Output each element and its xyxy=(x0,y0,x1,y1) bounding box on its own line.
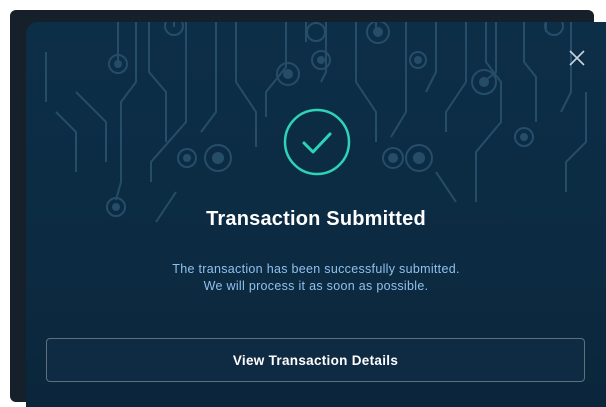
checkmark-circle-icon xyxy=(283,108,351,176)
modal-title: Transaction Submitted xyxy=(206,208,426,230)
message-line-1: The transaction has been successfully su… xyxy=(172,262,460,276)
message-line-2: We will process it as soon as possible. xyxy=(203,279,429,293)
close-button[interactable] xyxy=(566,47,588,69)
close-icon xyxy=(569,50,585,66)
view-transaction-details-button[interactable]: View Transaction Details xyxy=(46,338,585,382)
transaction-modal: Transaction Submitted The transaction ha… xyxy=(26,22,606,407)
button-label: View Transaction Details xyxy=(232,352,399,368)
